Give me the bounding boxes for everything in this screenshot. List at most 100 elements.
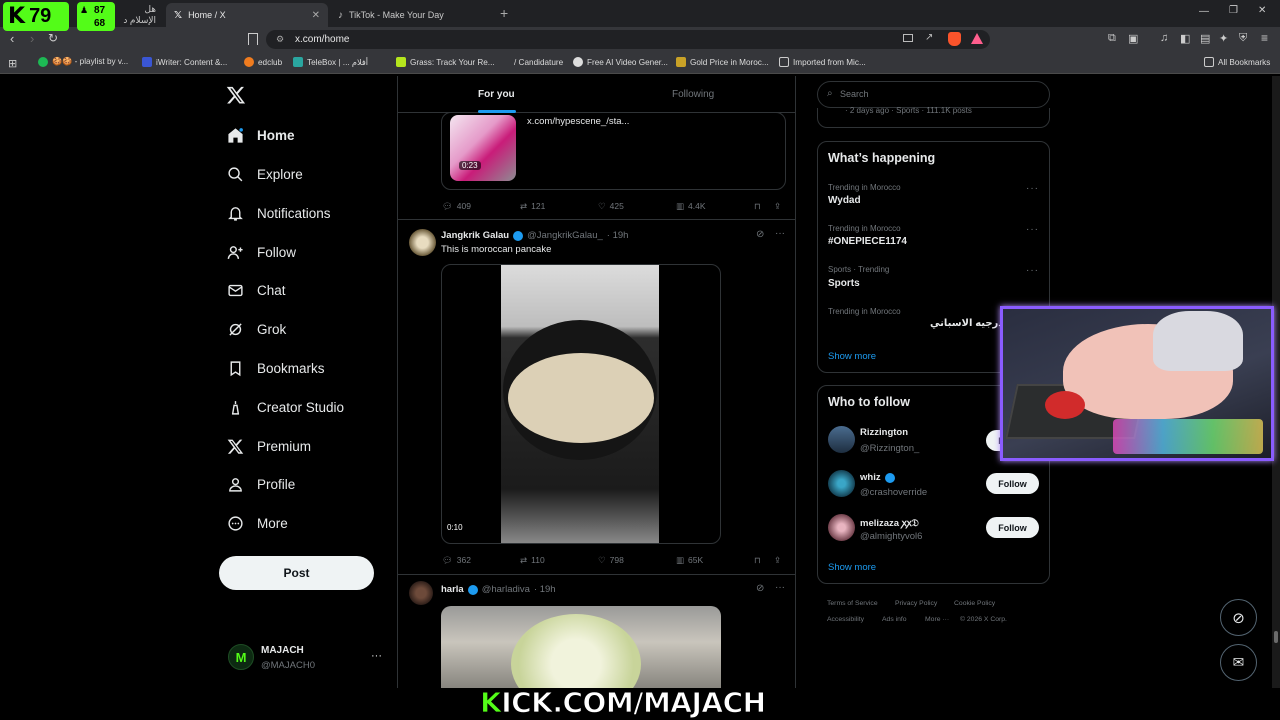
author-name[interactable]: harla — [441, 584, 464, 595]
leo-ai-icon[interactable]: ✦ — [1219, 32, 1228, 45]
follow-button[interactable]: Follow — [986, 517, 1039, 538]
brave-rewards-icon[interactable] — [971, 33, 983, 44]
bookmark-item[interactable]: / Candidature — [500, 57, 563, 67]
menu-icon[interactable]: ≡ — [1261, 31, 1268, 45]
bookmark-button[interactable]: ⊓ — [754, 553, 774, 567]
nav-grok[interactable]: Grok — [227, 317, 286, 341]
author-name[interactable]: Jangkrik Galau — [441, 230, 509, 241]
tab-search-icon[interactable]: ▣ — [1128, 32, 1138, 45]
bookmark-item[interactable]: Imported from Mic... — [779, 57, 866, 67]
user-avatar[interactable] — [828, 514, 855, 541]
post-time[interactable]: · 19h — [534, 584, 556, 595]
screen-icon[interactable] — [903, 34, 913, 42]
show-more-trends-link[interactable]: Show more — [828, 351, 876, 362]
trend-more-icon[interactable]: ··· — [1026, 224, 1039, 235]
suggested-user-name[interactable]: melizaza ꭗꭗ𝔇 — [860, 516, 919, 529]
suggested-user-name[interactable]: Rizzington — [860, 427, 908, 438]
nav-profile[interactable]: Profile — [227, 472, 295, 496]
site-info-icon[interactable]: ⚙ — [276, 30, 284, 49]
close-tab-icon[interactable]: ✕ — [312, 10, 320, 21]
browser-tab-1[interactable]: هل الإسلام د — [112, 3, 164, 27]
url-field[interactable]: ⚙ x.com/home — [266, 30, 990, 49]
account-avatar[interactable]: M — [228, 644, 254, 670]
bookmark-page-icon[interactable] — [248, 33, 258, 45]
browser-tab-tiktok[interactable]: ♪ TikTok - Make Your Day — [330, 3, 492, 27]
footer-link[interactable]: More ··· — [925, 616, 949, 623]
close-window-icon[interactable]: ✕ — [1258, 5, 1266, 16]
like-button[interactable]: ♡ 425 — [598, 199, 676, 213]
bookmark-button[interactable]: ⊓ — [754, 199, 774, 213]
tab-for-you[interactable]: For you — [478, 89, 515, 100]
back-icon[interactable]: ‹ — [10, 31, 14, 46]
like-button[interactable]: ♡ 798 — [598, 553, 676, 567]
post-button[interactable]: Post — [219, 556, 374, 590]
account-menu-icon[interactable]: ··· — [371, 650, 382, 662]
vpn-icon[interactable]: ⛨ — [1239, 32, 1247, 45]
link-url[interactable]: x.com/hypescene_/sta... — [527, 116, 629, 127]
reply-button[interactable]: 💬︎ 409 — [442, 199, 520, 213]
views-button[interactable]: ▥ 65K — [676, 553, 754, 567]
author-avatar[interactable] — [409, 229, 436, 256]
trend-more-icon[interactable]: ··· — [1026, 183, 1039, 194]
trend-title[interactable]: Sports — [828, 278, 860, 289]
grok-float-button[interactable]: ⊘ — [1220, 599, 1257, 636]
user-avatar[interactable] — [828, 426, 855, 453]
forward-icon[interactable]: › — [30, 31, 34, 46]
nav-home[interactable]: Home — [227, 123, 295, 147]
nav-more[interactable]: More — [227, 511, 288, 535]
author-handle[interactable]: @harladiva — [482, 584, 530, 595]
nav-creator-studio[interactable]: Creator Studio — [227, 395, 344, 419]
trend-more-icon[interactable]: ··· — [1026, 265, 1039, 276]
reply-button[interactable]: 💬︎ 362 — [442, 553, 520, 567]
user-avatar[interactable] — [828, 470, 855, 497]
all-bookmarks[interactable]: All Bookmarks — [1204, 57, 1270, 67]
wallet-icon[interactable]: ▤ — [1200, 32, 1210, 45]
post-more-icon[interactable]: ··· — [775, 228, 785, 239]
x-logo-icon[interactable] — [226, 85, 246, 105]
footer-link[interactable]: Terms of Service — [827, 600, 878, 607]
bookmark-item[interactable]: 🍪🍪 - playlist by v... — [38, 57, 128, 67]
search-input[interactable]: ⌕ Search — [817, 81, 1050, 108]
post-time[interactable]: · 19h — [607, 230, 629, 241]
minimize-icon[interactable]: — — [1199, 6, 1209, 17]
extensions-icon[interactable]: ⧉ — [1108, 32, 1116, 45]
browser-tab-home-x[interactable]: 𝕏 Home / X ✕ — [166, 3, 328, 27]
bookmark-item[interactable]: Gold Price in Moroc... — [676, 57, 769, 67]
trend-title[interactable]: #ONEPIECE1174 — [828, 236, 907, 247]
post-media[interactable] — [441, 606, 721, 688]
brave-shield-icon[interactable] — [948, 32, 961, 46]
messages-float-button[interactable]: ✉ — [1220, 644, 1257, 681]
grok-explain-icon[interactable]: ⊘ — [756, 229, 764, 240]
grok-explain-icon[interactable]: ⊘ — [756, 583, 764, 594]
new-tab-button[interactable]: + — [500, 5, 508, 21]
author-avatar[interactable] — [409, 581, 433, 605]
bookmark-item[interactable]: Grass: Track Your Re... — [396, 57, 495, 67]
footer-link[interactable]: Accessibility — [827, 616, 864, 623]
nav-notifications[interactable]: Notifications — [227, 201, 331, 225]
repost-button[interactable]: ⇄ 121 — [520, 199, 598, 213]
author-handle[interactable]: @JangkrikGalau_ — [527, 230, 603, 241]
bookmark-item[interactable]: TeleBox | ... أفلام — [293, 57, 368, 67]
share-icon[interactable]: ↗ — [925, 32, 933, 43]
nav-follow[interactable]: Follow — [227, 240, 296, 264]
footer-link[interactable]: Privacy Policy — [895, 600, 937, 607]
share-button[interactable]: ⇪ — [774, 553, 781, 567]
nav-explore[interactable]: Explore — [227, 162, 303, 186]
footer-link[interactable]: Cookie Policy — [954, 600, 995, 607]
repost-button[interactable]: ⇄ 110 — [520, 553, 598, 567]
tab-following[interactable]: Following — [672, 89, 714, 100]
post-more-icon[interactable]: ··· — [775, 582, 785, 593]
follow-button[interactable]: Follow — [986, 473, 1039, 494]
trend-title[interactable]: Wydad — [828, 195, 861, 206]
video-player[interactable]: 0:10 — [441, 264, 721, 544]
reload-icon[interactable]: ↻ — [48, 31, 58, 45]
share-button[interactable]: ⇪ — [774, 199, 781, 213]
views-button[interactable]: ▥ 4.4K — [676, 199, 754, 213]
footer-link[interactable]: Ads info — [882, 616, 907, 623]
apps-grid-icon[interactable]: ⊞ — [8, 57, 17, 70]
show-more-follow-link[interactable]: Show more — [828, 562, 876, 573]
nav-bookmarks[interactable]: Bookmarks — [227, 356, 325, 380]
bookmark-item[interactable]: edclub — [244, 57, 282, 67]
nav-chat[interactable]: Chat — [227, 278, 286, 302]
media-icon[interactable]: ♫ — [1160, 32, 1168, 44]
